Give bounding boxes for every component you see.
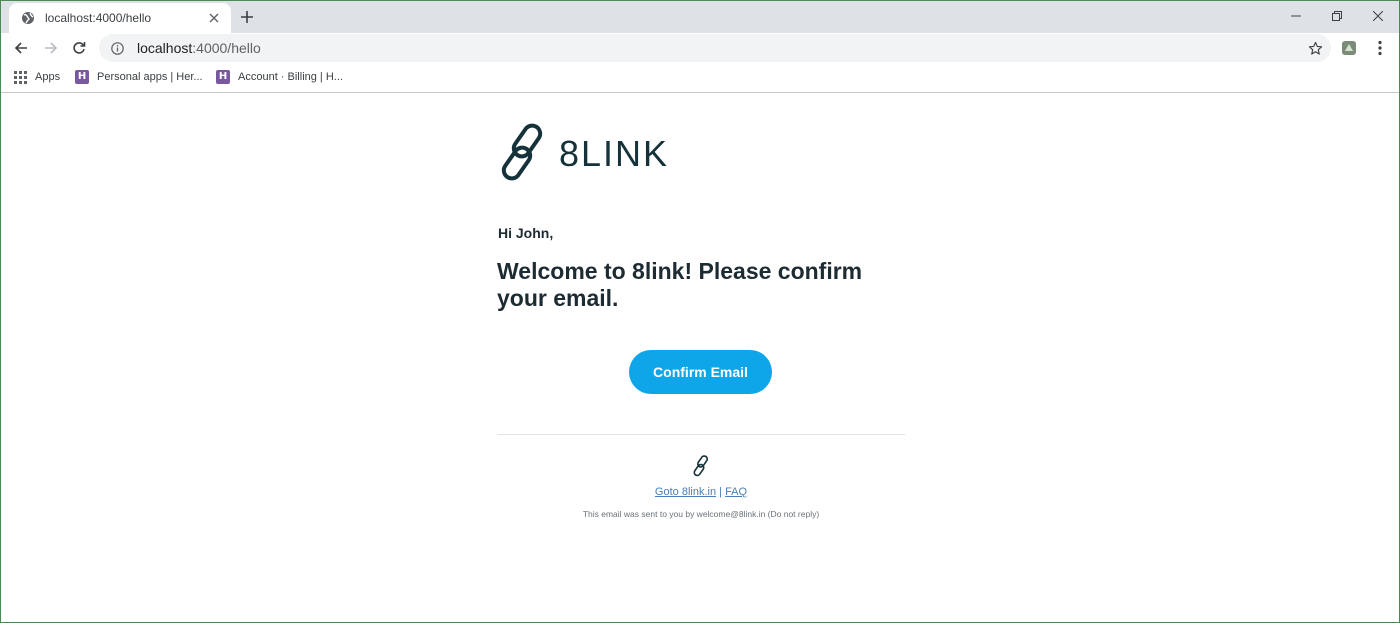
- globe-icon: [20, 10, 36, 26]
- chain-link-small-icon: [691, 454, 711, 478]
- brand-logo: 8LINK: [497, 123, 669, 185]
- info-icon[interactable]: [109, 40, 125, 56]
- bookmark-personal-apps[interactable]: H Personal apps | Her...: [75, 69, 203, 85]
- browser-window: localhost:4000/hello localhost:4000/hell…: [0, 0, 1400, 623]
- close-tab-icon[interactable]: [205, 9, 223, 27]
- browser-toolbar: localhost:4000/hello: [1, 33, 1399, 63]
- page-viewport: 8LINK Hi John, Welcome to 8link! Please …: [1, 93, 1399, 622]
- footer-note: This email was sent to you by welcome@8l…: [582, 509, 820, 519]
- extension-icon[interactable]: [1341, 40, 1357, 56]
- bookmark-label: Personal apps | Her...: [97, 71, 203, 83]
- heroku-icon: H: [216, 70, 230, 84]
- url-text: localhost:4000/hello: [137, 40, 1305, 56]
- tab-title: localhost:4000/hello: [45, 11, 152, 25]
- bookmark-label: Apps: [35, 71, 61, 83]
- back-button[interactable]: [9, 36, 33, 60]
- apps-grid-icon: [13, 70, 27, 84]
- bookmark-label: Account · Billing | H...: [238, 71, 343, 83]
- brand-wordmark: 8LINK: [559, 133, 670, 174]
- greeting: Hi John,: [498, 225, 554, 241]
- restore-button[interactable]: [1314, 1, 1360, 31]
- kebab-menu-icon[interactable]: [1372, 38, 1388, 58]
- confirm-email-button[interactable]: Confirm Email: [629, 350, 772, 394]
- divider: [497, 434, 905, 435]
- url-host: localhost: [137, 40, 193, 56]
- chain-link-icon: [497, 121, 549, 188]
- new-tab-button[interactable]: [237, 7, 257, 27]
- faq-link[interactable]: FAQ: [725, 486, 747, 498]
- address-bar[interactable]: localhost:4000/hello: [99, 34, 1331, 62]
- url-path: :4000/hello: [192, 40, 261, 56]
- forward-button[interactable]: [39, 36, 63, 60]
- browser-tab[interactable]: localhost:4000/hello: [9, 3, 231, 33]
- close-window-button[interactable]: [1355, 1, 1399, 31]
- goto-8link-link[interactable]: Goto 8link.in: [655, 486, 716, 498]
- footer-separator: |: [719, 486, 722, 498]
- bookmark-account-billing[interactable]: H Account · Billing | H...: [216, 69, 343, 85]
- bookmark-star-icon[interactable]: [1305, 38, 1325, 58]
- welcome-headline: Welcome to 8link! Please confirm your em…: [497, 258, 863, 311]
- footer-links: Goto 8link.in | FAQ: [497, 486, 905, 498]
- tab-strip: localhost:4000/hello: [1, 1, 1399, 33]
- bookmark-apps[interactable]: Apps: [13, 69, 60, 85]
- heroku-icon: H: [75, 70, 89, 84]
- reload-button[interactable]: [67, 36, 91, 60]
- minimize-button[interactable]: [1273, 1, 1319, 31]
- bookmarks-bar: Apps H Personal apps | Her... H Account …: [1, 63, 1399, 93]
